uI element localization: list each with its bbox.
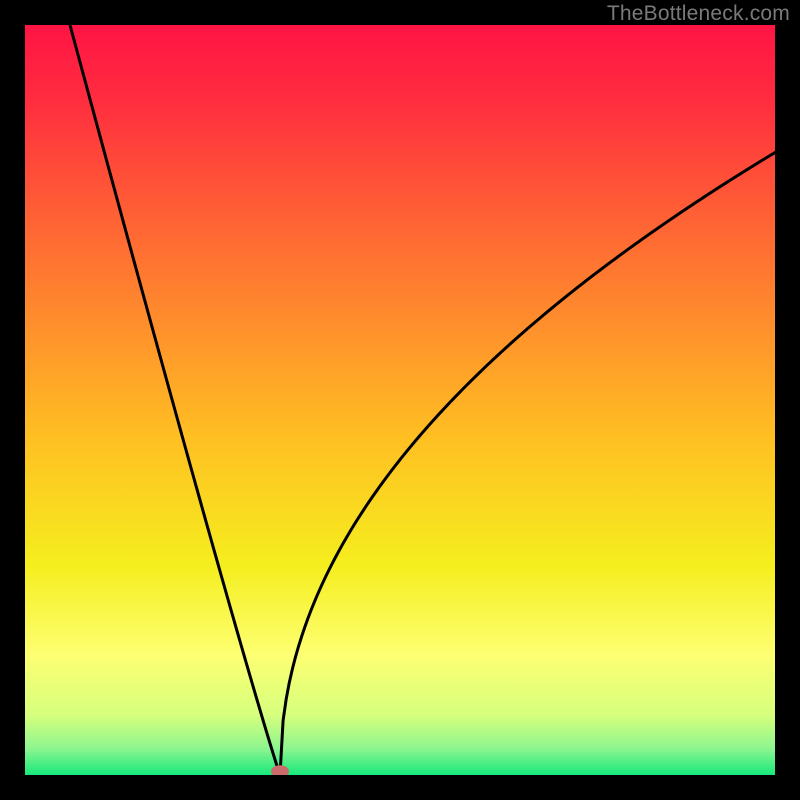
watermark-text: TheBottleneck.com <box>607 2 790 26</box>
plot-area <box>25 25 775 775</box>
chart-frame: TheBottleneck.com <box>0 0 800 800</box>
gradient-background <box>25 25 775 775</box>
chart-svg <box>25 25 775 775</box>
